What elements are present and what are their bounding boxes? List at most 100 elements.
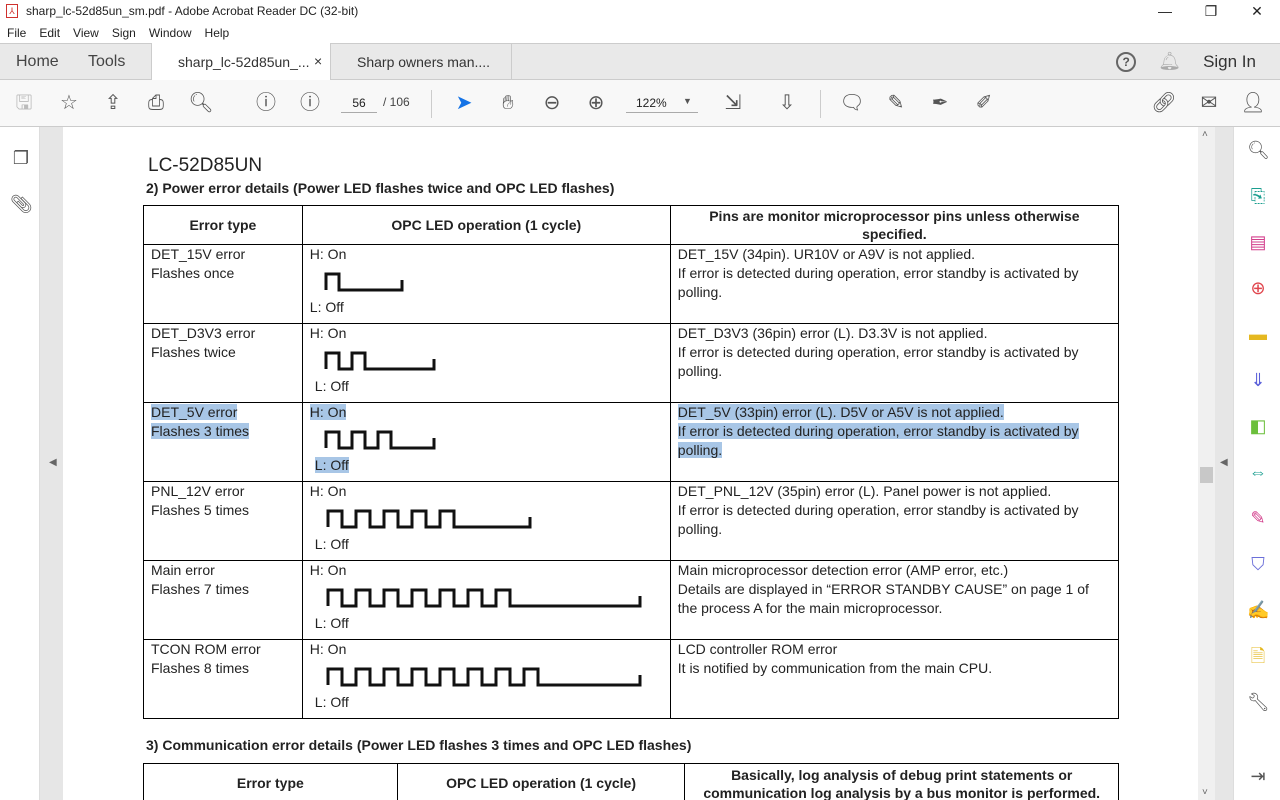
search-eye-icon[interactable]: 🔍︎ xyxy=(1247,139,1270,161)
description-line-1: Main microprocessor detection error (AMP… xyxy=(677,562,1009,578)
hand-tool-icon[interactable]: ✋︎ xyxy=(495,91,521,117)
waveform-line xyxy=(326,509,532,529)
flash-count: Flashes 8 times xyxy=(151,660,250,676)
menu-help[interactable]: Help xyxy=(205,26,230,40)
help-icon[interactable]: ? xyxy=(1116,51,1137,72)
fill-sign-icon[interactable]: ✍ xyxy=(1247,599,1269,621)
collapse-panel-icon[interactable]: ⇥ xyxy=(1247,765,1269,787)
protect-shield-icon[interactable]: ⛉ xyxy=(1247,553,1269,575)
error-type: DET_D3V3 error xyxy=(151,325,256,341)
send-comments-icon[interactable]: 🗎︎ xyxy=(1247,645,1269,667)
description-line-2: If error is detected during operation, e… xyxy=(677,423,1079,458)
header-error-type: Error type xyxy=(143,763,398,800)
redact-icon[interactable]: ✎ xyxy=(1247,507,1269,529)
restore-button[interactable]: ❐ xyxy=(1188,0,1234,22)
waveform-line xyxy=(326,667,642,687)
comment-icon[interactable]: 🗨︎ xyxy=(839,91,865,117)
scrollbar-thumb[interactable] xyxy=(1200,467,1213,483)
scroll-down-icon[interactable]: ˅ xyxy=(1202,787,1208,798)
page-thumbnails-icon[interactable]: ❐ xyxy=(10,147,32,169)
compress-pdf-icon[interactable]: ⇔ xyxy=(1247,461,1269,483)
error-type-cell: PNL_12V error Flashes 5 times xyxy=(143,481,303,561)
title-bar: ⅄ sharp_lc-52d85un_sm.pdf - Adobe Acroba… xyxy=(0,0,1280,22)
next-page-icon[interactable]: ⓘ xyxy=(297,91,323,117)
error-type: TCON ROM error xyxy=(151,641,261,657)
expand-left-arrow-icon[interactable]: ◀ xyxy=(49,457,57,468)
tab-label: sharp_lc-52d85un_... xyxy=(178,54,310,70)
menu-window[interactable]: Window xyxy=(149,26,192,40)
menu-edit[interactable]: Edit xyxy=(39,26,60,40)
email-icon[interactable]: ✉ xyxy=(1196,91,1222,117)
flash-count: Flashes 7 times xyxy=(151,581,250,597)
fit-page-icon[interactable]: ⇲ xyxy=(720,91,746,117)
header-opc-led: OPC LED operation (1 cycle) xyxy=(396,763,686,800)
description-cell: DET_D3V3 (36pin) error (L). D3.3V is not… xyxy=(669,323,1120,403)
find-icon[interactable]: 🔍︎ xyxy=(188,91,214,117)
flash-count: Flashes 3 times xyxy=(151,423,250,439)
page-total: / 106 xyxy=(383,95,410,109)
export-pdf-icon[interactable]: ⎘ xyxy=(1247,185,1269,207)
attachments-paperclip-icon[interactable]: 📎︎ xyxy=(10,193,33,215)
chevron-down-icon[interactable]: ▼ xyxy=(683,96,692,106)
low-label: L: Off xyxy=(309,299,344,315)
upload-cloud-icon[interactable]: ⇪ xyxy=(100,91,126,117)
combine-files-icon[interactable]: ⇓ xyxy=(1247,369,1269,391)
right-panel-toggle[interactable]: ◀ xyxy=(1215,127,1233,800)
left-panel-toggle[interactable]: ◀ xyxy=(40,127,63,800)
organize-pages-icon[interactable]: ◧ xyxy=(1247,415,1269,437)
tab-bar: Home Tools sharp_lc-52d85un_... × Sharp … xyxy=(0,43,1280,81)
section-3-title: 3) Communication error details (Power LE… xyxy=(146,737,692,753)
tab-document-other[interactable]: Sharp owners man.... xyxy=(331,43,512,80)
low-label: L: Off xyxy=(314,536,349,552)
description-cell: DET_5V (33pin) error (L). D5V or A5V is … xyxy=(669,402,1120,482)
led-waveform xyxy=(326,667,642,687)
high-label: H: On xyxy=(309,404,347,420)
add-user-icon[interactable]: 👤︎ xyxy=(1240,91,1266,117)
opc-led-cell: H: On L: Off xyxy=(301,481,671,561)
previous-page-icon[interactable]: ⓘ xyxy=(253,91,279,117)
select-tool-icon[interactable]: ➤ xyxy=(451,91,477,117)
high-label: H: On xyxy=(309,325,347,341)
low-label: L: Off xyxy=(314,615,349,631)
sign-in-button[interactable]: Sign In xyxy=(1203,52,1256,72)
description-line-2: If error is detected during operation, e… xyxy=(677,344,1079,379)
tab-home[interactable]: Home xyxy=(16,53,59,71)
more-tools-icon[interactable]: 🔧︎ xyxy=(1247,691,1270,713)
zoom-out-icon[interactable]: ⊖ xyxy=(539,91,565,117)
vertical-scrollbar[interactable]: ˄ ˅ xyxy=(1198,127,1215,800)
menu-sign[interactable]: Sign xyxy=(112,26,136,40)
description-line-2: It is notified by communication from the… xyxy=(677,660,993,676)
scrolling-mode-icon[interactable]: ⇩ xyxy=(774,91,800,117)
minimize-button[interactable]: — xyxy=(1142,0,1188,22)
create-pdf-icon[interactable]: ⊕ xyxy=(1247,277,1269,299)
notification-bell-icon[interactable]: 🔔︎ xyxy=(1158,51,1181,72)
scroll-up-icon[interactable]: ˄ xyxy=(1202,129,1208,140)
bookmark-star-icon[interactable]: ☆ xyxy=(56,91,82,117)
high-label: H: On xyxy=(309,483,347,499)
left-navigation-panel: ❐ 📎︎ xyxy=(0,127,40,800)
table-row: DET_5V error Flashes 3 times H: On L: Off… xyxy=(143,402,1120,482)
close-window-button[interactable]: ✕ xyxy=(1234,0,1280,22)
description-cell: DET_15V (34pin). UR10V or A9V is not app… xyxy=(669,244,1120,324)
menu-view[interactable]: View xyxy=(73,26,99,40)
share-link-icon[interactable]: 🔗︎ xyxy=(1151,91,1177,117)
opc-led-cell: H: On L: Off xyxy=(301,639,671,719)
highlight-icon[interactable]: ✎ xyxy=(883,91,909,117)
create-pdf-form-icon[interactable]: ▤ xyxy=(1247,231,1269,253)
error-type-cell: DET_D3V3 error Flashes twice xyxy=(143,323,303,403)
page-number-input[interactable]: 56 xyxy=(341,94,377,113)
save-icon[interactable]: 🖫 xyxy=(11,91,37,117)
print-icon[interactable]: ⎙ xyxy=(143,91,169,117)
divider xyxy=(820,90,821,118)
collapse-right-arrow-icon[interactable]: ◀ xyxy=(1220,457,1228,468)
zoom-in-icon[interactable]: ⊕ xyxy=(583,91,609,117)
sign-pen-icon[interactable]: ✒ xyxy=(927,91,953,117)
tab-document-active[interactable]: sharp_lc-52d85un_... × xyxy=(151,43,331,81)
comment-tool-icon[interactable]: ▬ xyxy=(1247,323,1269,345)
menu-file[interactable]: File xyxy=(7,26,26,40)
tab-tools[interactable]: Tools xyxy=(88,53,125,71)
tab-label: Sharp owners man.... xyxy=(357,54,491,70)
close-tab-icon[interactable]: × xyxy=(314,53,322,69)
edit-pdf-icon[interactable]: ✐ xyxy=(971,91,997,117)
waveform-line xyxy=(324,430,436,450)
